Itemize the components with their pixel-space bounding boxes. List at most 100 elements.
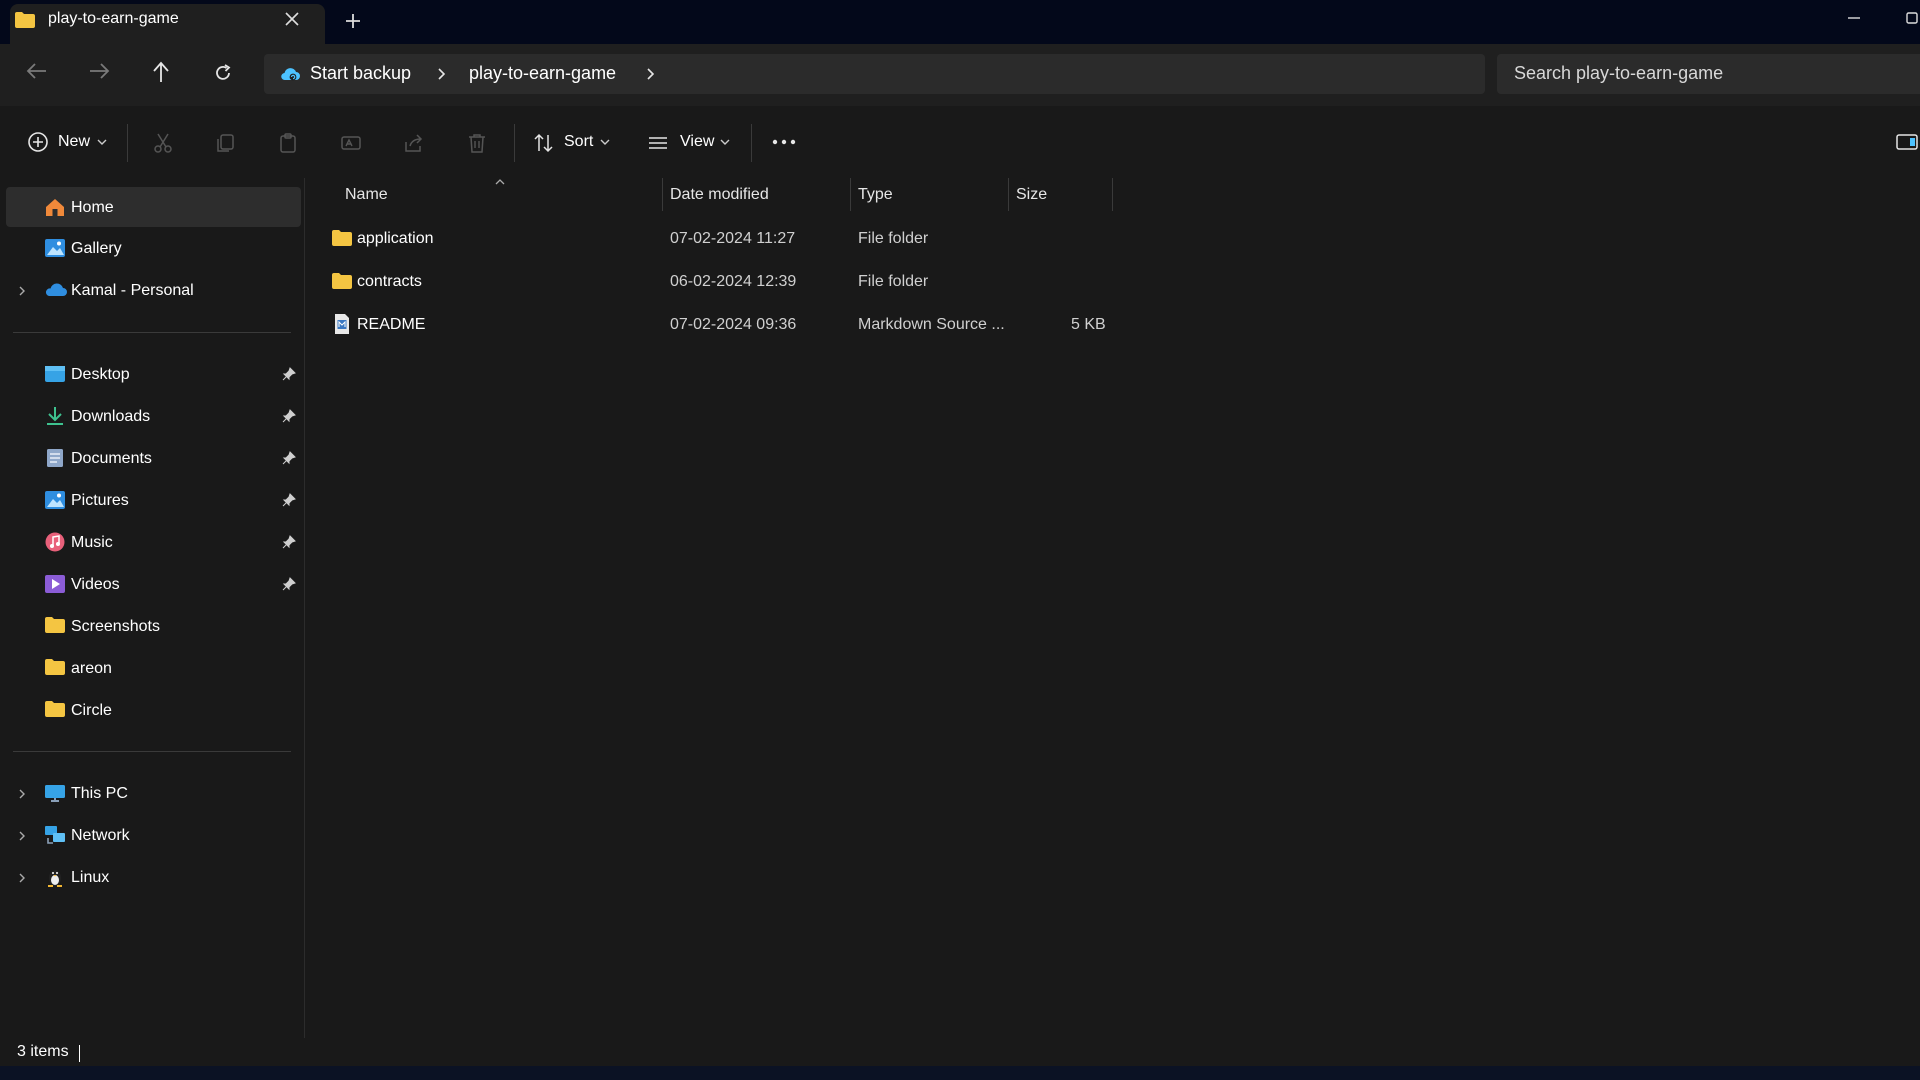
column-header-size[interactable]: Size: [1016, 186, 1047, 204]
toolbar-divider: [751, 124, 752, 162]
file-name[interactable]: application: [357, 230, 434, 248]
sort-button[interactable]: Sort: [564, 133, 593, 151]
sidebar-item-pictures[interactable]: Pictures: [0, 482, 300, 520]
cloud-backup-icon: [279, 65, 301, 83]
new-button[interactable]: New: [58, 133, 90, 151]
file-date: 07-02-2024 11:27: [670, 230, 796, 247]
share-icon[interactable]: [403, 132, 425, 154]
linux-penguin-icon: [44, 867, 66, 887]
sidebar-item-circle[interactable]: Circle: [0, 692, 300, 730]
chevron-right-icon[interactable]: [17, 285, 27, 297]
sidebar-item-videos[interactable]: Videos: [0, 566, 300, 604]
sidebar-item-desktop[interactable]: Desktop: [0, 356, 300, 394]
delete-trash-icon[interactable]: [466, 132, 488, 154]
pin-icon[interactable]: [282, 409, 296, 423]
breadcrumb-start-backup[interactable]: Start backup: [310, 63, 411, 84]
sidebar-item-label: Desktop: [71, 366, 130, 383]
back-arrow-icon[interactable]: [26, 62, 48, 80]
cut-scissors-icon[interactable]: [152, 132, 174, 154]
rename-icon[interactable]: [340, 132, 362, 154]
sidebar-item-documents[interactable]: Documents: [0, 440, 300, 478]
details-pane-icon[interactable]: [1896, 133, 1918, 151]
desktop-icon: [44, 364, 66, 384]
column-divider[interactable]: [850, 178, 851, 211]
folder-icon: [331, 229, 353, 247]
sidebar-item-label: areon: [71, 660, 112, 677]
taskbar-edge: [0, 1066, 1920, 1080]
sidebar-divider: [13, 332, 291, 333]
column-header-type[interactable]: Type: [858, 186, 893, 204]
breadcrumb-current-folder[interactable]: play-to-earn-game: [469, 63, 616, 84]
sidebar-item-downloads[interactable]: Downloads: [0, 398, 300, 436]
minimize-icon[interactable]: [1846, 10, 1862, 26]
column-divider[interactable]: [662, 178, 663, 211]
tab-close-icon[interactable]: [283, 10, 301, 28]
sidebar-item-label: Documents: [71, 450, 152, 467]
file-name[interactable]: contracts: [357, 273, 422, 291]
folder-icon: [331, 272, 353, 290]
sidebar-item-label: Music: [71, 534, 113, 551]
sidebar-item-kamal-personal[interactable]: Kamal - Personal: [0, 272, 300, 310]
sidebar-item-this-pc[interactable]: This PC: [0, 775, 300, 813]
item-count: 3 items: [17, 1043, 69, 1060]
sidebar-item-label: Linux: [71, 869, 110, 886]
sidebar-item-network[interactable]: Network: [0, 817, 300, 855]
music-icon: [44, 532, 66, 552]
home-icon: [44, 197, 66, 217]
sidebar-item-label: Screenshots: [71, 618, 160, 635]
onedrive-cloud-icon: [44, 280, 68, 300]
column-divider[interactable]: [1008, 178, 1009, 211]
forward-arrow-icon[interactable]: [88, 62, 110, 80]
chevron-down-icon[interactable]: [97, 138, 107, 146]
chevron-right-icon[interactable]: [17, 788, 27, 800]
file-name[interactable]: README: [357, 316, 425, 334]
sidebar-item-label: Videos: [71, 576, 120, 593]
sidebar-item-label: Gallery: [71, 240, 122, 257]
pictures-icon: [44, 490, 66, 510]
file-type: File folder: [858, 273, 929, 290]
network-icon: [44, 825, 66, 845]
sidebar-item-linux[interactable]: Linux: [0, 859, 300, 897]
refresh-icon[interactable]: [213, 63, 233, 83]
paste-clipboard-icon[interactable]: [277, 132, 299, 154]
pin-icon[interactable]: [282, 535, 296, 549]
sidebar-item-label: Kamal - Personal: [71, 282, 194, 299]
file-type: File folder: [858, 230, 929, 247]
sidebar-item-label: Circle: [71, 702, 112, 719]
chevron-down-icon[interactable]: [720, 138, 730, 146]
view-list-icon[interactable]: [647, 132, 669, 154]
up-arrow-icon[interactable]: [151, 61, 171, 83]
folder-icon: [44, 616, 66, 634]
search-placeholder: Search play-to-earn-game: [1514, 63, 1724, 83]
more-options-ellipsis-icon[interactable]: [772, 138, 796, 146]
file-size: 5 KB: [1071, 316, 1106, 333]
chevron-right-icon[interactable]: [17, 830, 27, 842]
sidebar-item-label: This PC: [71, 785, 128, 802]
folder-icon: [44, 700, 66, 718]
file-date: 07-02-2024 09:36: [670, 316, 797, 333]
pin-icon[interactable]: [282, 577, 296, 591]
pin-icon[interactable]: [282, 367, 296, 381]
chevron-right-icon[interactable]: [436, 67, 448, 81]
pin-icon[interactable]: [282, 451, 296, 465]
sidebar-item-screenshots[interactable]: Screenshots: [0, 608, 300, 646]
chevron-right-icon[interactable]: [645, 67, 657, 81]
sidebar-item-label: Network: [71, 827, 130, 844]
pin-icon[interactable]: [282, 493, 296, 507]
sidebar-item-music[interactable]: Music: [0, 524, 300, 562]
column-header-date-modified[interactable]: Date modified: [670, 186, 769, 204]
chevron-down-icon[interactable]: [600, 138, 610, 146]
sidebar-item-areon[interactable]: areon: [0, 650, 300, 688]
copy-icon[interactable]: [214, 132, 236, 154]
maximize-icon[interactable]: [1905, 11, 1919, 25]
column-header-name[interactable]: Name: [345, 186, 388, 204]
sort-arrows-icon[interactable]: [533, 132, 555, 154]
chevron-right-icon[interactable]: [17, 872, 27, 884]
column-divider[interactable]: [1112, 178, 1113, 211]
sidebar-item-gallery[interactable]: Gallery: [0, 230, 300, 268]
new-tab-plus-icon[interactable]: [344, 12, 362, 30]
sidebar-divider: [13, 751, 291, 752]
view-button[interactable]: View: [680, 133, 714, 151]
new-plus-circle-icon[interactable]: [27, 131, 49, 153]
sidebar-item-home[interactable]: Home: [0, 189, 300, 227]
